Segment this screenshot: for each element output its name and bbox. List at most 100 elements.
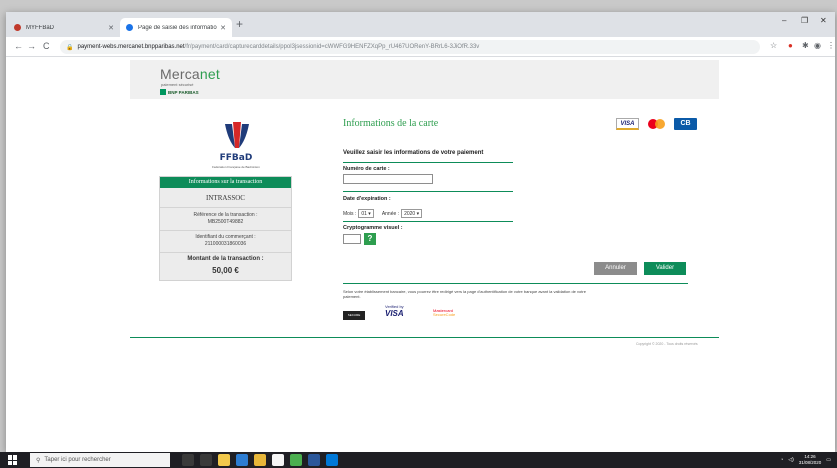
card-info-title: Informations de la carte xyxy=(343,118,439,129)
visa-logo-icon: VISA xyxy=(616,118,639,130)
merchant-id-value: 211000031860036 xyxy=(204,241,247,247)
close-tab-icon[interactable]: ✕ xyxy=(108,24,114,32)
restore-button[interactable]: ❐ xyxy=(801,16,808,25)
system-tray: ◔ ◁) 14:26 31/08/2020 ▭ xyxy=(780,454,831,466)
notifications-icon[interactable]: ▭ xyxy=(826,457,831,463)
taskbar-search[interactable]: ⚲ Taper ici pour rechercher xyxy=(30,453,170,467)
word-icon[interactable] xyxy=(308,454,320,466)
org-name: FFBaD xyxy=(219,153,253,163)
tab-strip: MYFFBaD ✕ Page de saisie des information… xyxy=(6,12,835,37)
windows-start-icon[interactable] xyxy=(8,455,18,465)
secure-badge: SECURE xyxy=(343,311,365,320)
cvv-input[interactable] xyxy=(343,234,361,244)
lock-icon: 🔒 xyxy=(66,44,74,51)
clock-date: 31/08/2020 xyxy=(798,460,822,465)
screen: MYFFBaD ✕ Page de saisie des information… xyxy=(0,0,837,468)
divider xyxy=(343,162,513,163)
browser-toolbar: ← → C 🔒 payment-webs.mercanet.bnpparibas… xyxy=(6,37,835,57)
new-tab-button[interactable]: + xyxy=(236,17,243,31)
reload-button[interactable]: C xyxy=(43,41,50,51)
reference-label: Référence de la transaction : xyxy=(193,212,258,218)
mercanet-header: Mercanet paiement sécurisé BNP PARIBAS xyxy=(130,60,719,99)
copyright: Copyright © 2020 - Tous droits réservés xyxy=(636,342,698,346)
store-icon[interactable] xyxy=(272,454,284,466)
forward-button[interactable]: → xyxy=(27,41,36,51)
chevron-down-icon: ▾ xyxy=(416,211,420,217)
expiry-selects: Mois : 01 ▾ Année : 2020 ▾ xyxy=(343,209,430,218)
redirect-notice: Selon votre établissement bancaire, vous… xyxy=(343,289,586,299)
cortana-icon[interactable] xyxy=(182,454,194,466)
merchant-identifier: Identifiant du commerçant : 211000031860… xyxy=(160,231,291,253)
search-icon: ⚲ xyxy=(36,457,41,464)
card-number-input[interactable] xyxy=(343,174,433,184)
profile-icon[interactable]: ◉ xyxy=(814,41,821,50)
url-host: payment-webs.mercanet.bnpparibas.net xyxy=(77,44,185,50)
cvv-label: Cryptogramme visuel : xyxy=(343,225,403,231)
payment-page: Mercanet paiement sécurisé BNP PARIBAS F… xyxy=(6,58,835,452)
mastercard-securecode-logo: Mastercard SecureCode xyxy=(433,308,456,317)
url-path: /fr/payment/card/capturecarddetails/ppol… xyxy=(184,44,480,50)
amount-label: Montant de la transaction : xyxy=(187,256,264,262)
mercanet-tagline: paiement sécurisé xyxy=(161,82,194,87)
star-icon[interactable]: ☆ xyxy=(770,41,777,50)
expiry-label: Date d'expiration : xyxy=(343,196,391,202)
form-prompt: Veuillez saisir les informations de votr… xyxy=(343,150,484,156)
cb-logo-icon: CB xyxy=(674,118,697,130)
merchant-name: INTRASSOC xyxy=(160,188,291,208)
tab-title: Page de saisie des informations... xyxy=(138,24,217,31)
close-window-button[interactable]: ✕ xyxy=(820,16,827,25)
tab-myffbad[interactable]: MYFFBaD ✕ xyxy=(8,18,120,37)
page-favicon-icon xyxy=(126,24,133,31)
edge-icon[interactable] xyxy=(326,454,338,466)
divider xyxy=(343,221,513,222)
tab-payment[interactable]: Page de saisie des informations... ✕ xyxy=(120,18,232,37)
photos-icon[interactable] xyxy=(254,454,266,466)
org-subtitle: Fédération Française de Badminton xyxy=(212,165,260,169)
close-tab-icon[interactable]: ✕ xyxy=(220,24,226,32)
back-button[interactable]: ← xyxy=(14,41,23,51)
divider xyxy=(343,283,688,284)
bnp-logo: BNP PARIBAS xyxy=(160,89,199,95)
extension-icon[interactable]: ● xyxy=(788,41,793,50)
task-view-icon[interactable] xyxy=(200,454,212,466)
taskbar-apps xyxy=(182,454,338,466)
minimize-button[interactable]: – xyxy=(782,16,786,25)
mail-icon[interactable] xyxy=(236,454,248,466)
address-bar[interactable]: 🔒 payment-webs.mercanet.bnpparibas.net /… xyxy=(60,40,760,54)
submit-button[interactable]: Valider xyxy=(644,262,686,275)
puzzle-icon[interactable]: ✱ xyxy=(802,41,809,50)
network-icon[interactable]: ◔ xyxy=(780,457,783,463)
clock[interactable]: 14:26 31/08/2020 xyxy=(799,454,822,466)
month-label: Mois : xyxy=(343,210,357,217)
cvv-help-button[interactable]: ? xyxy=(364,233,376,245)
mercanet-logo: Mercanet xyxy=(160,66,220,82)
ffbad-shuttlecock-icon xyxy=(225,122,249,148)
transaction-reference: Référence de la transaction : MB2500T498… xyxy=(160,208,291,231)
year-label: Année : xyxy=(381,210,400,217)
card-number-label: Numéro de carte : xyxy=(343,166,390,172)
accepted-cards: VISA CB xyxy=(616,118,697,130)
cancel-button[interactable]: Annuler xyxy=(594,262,637,275)
transaction-amount: Montant de la transaction : 50,00 € xyxy=(160,253,291,278)
transaction-header: Informations sur la transaction xyxy=(160,177,291,188)
transaction-panel: Informations sur la transaction INTRASSO… xyxy=(159,176,292,281)
volume-icon[interactable]: ◁) xyxy=(788,457,794,463)
merchant-id-label: Identifiant du commerçant : xyxy=(195,234,256,240)
bnp-mark-icon xyxy=(160,89,166,95)
year-select[interactable]: 2020 ▾ xyxy=(401,209,423,218)
verified-by-visa-logo: Verified by VISA xyxy=(385,304,404,318)
tab-title: MYFFBaD xyxy=(26,24,55,31)
menu-icon[interactable]: ⋮ xyxy=(827,41,835,50)
month-select[interactable]: 01 ▾ xyxy=(358,209,374,218)
search-placeholder: Taper ici pour rechercher xyxy=(44,457,111,463)
browser-window: MYFFBaD ✕ Page de saisie des information… xyxy=(6,12,835,452)
reference-value: MB2500T49882 xyxy=(207,219,244,225)
taskbar: ⚲ Taper ici pour rechercher ◔ ◁) 14:26 3… xyxy=(0,452,837,468)
chevron-down-icon: ▾ xyxy=(368,211,371,217)
file-explorer-icon[interactable] xyxy=(218,454,230,466)
footer-divider xyxy=(130,337,719,338)
amount-value: 50,00 € xyxy=(212,266,239,275)
divider xyxy=(343,191,513,192)
chrome-icon[interactable] xyxy=(290,454,302,466)
ffbad-favicon-icon xyxy=(14,24,21,31)
